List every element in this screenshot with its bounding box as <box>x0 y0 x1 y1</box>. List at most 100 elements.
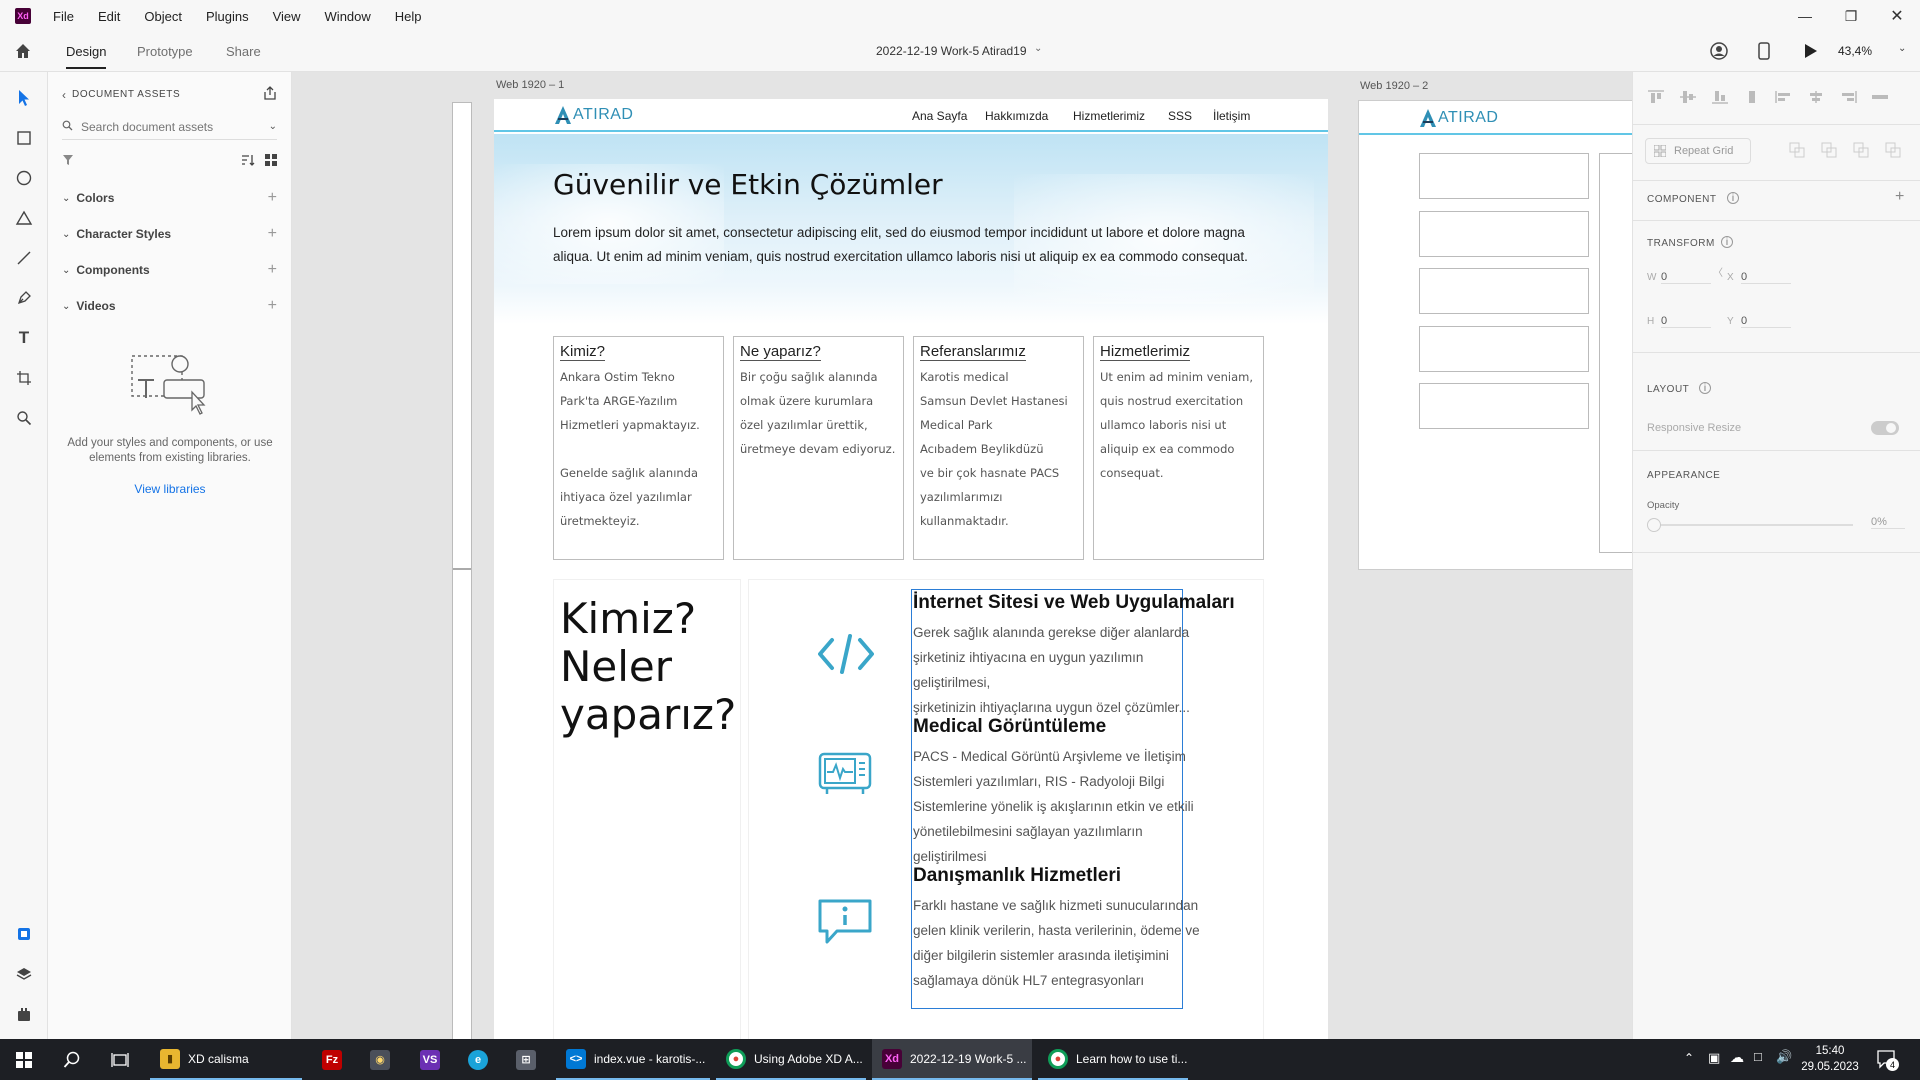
grid-view-icon[interactable] <box>265 154 277 169</box>
align-bottom-icon[interactable] <box>1711 90 1729 104</box>
tray-device-icon[interactable]: ▣ <box>1708 1050 1720 1066</box>
zoom-tool-icon[interactable] <box>14 408 34 428</box>
nav-sss[interactable]: SSS <box>1168 109 1192 123</box>
add-character-style-icon[interactable]: + <box>268 225 277 243</box>
line-tool-icon[interactable] <box>14 248 34 268</box>
tray-chevron-up-icon[interactable]: ⌃ <box>1684 1051 1694 1065</box>
distribute-horizontal-icon[interactable] <box>1871 90 1889 104</box>
repeat-grid-button[interactable]: Repeat Grid <box>1645 138 1751 164</box>
add-video-icon[interactable]: + <box>268 297 277 315</box>
menu-object[interactable]: Object <box>144 9 182 24</box>
artboard-web-1920-1[interactable]: ATIRAD Ana Sayfa Hakkımızda Hizmetlerimi… <box>494 99 1328 1039</box>
taskbar-chrome-xd[interactable]: ● Using Adobe XD A... <box>716 1039 866 1080</box>
home-icon[interactable] <box>14 42 32 63</box>
plugins-icon[interactable] <box>14 1004 34 1024</box>
artboard-2-label[interactable]: Web 1920 – 2 <box>1360 80 1428 92</box>
placeholder-box[interactable] <box>1419 268 1589 314</box>
notification-center-icon[interactable]: 4 <box>1876 1048 1899 1071</box>
section-videos[interactable]: Videos <box>76 299 115 313</box>
nav-ana-sayfa[interactable]: Ana Sayfa <box>912 109 967 123</box>
placeholder-box[interactable] <box>1419 383 1589 429</box>
restore-icon[interactable]: ❐ <box>1828 0 1874 32</box>
export-icon[interactable] <box>263 86 277 103</box>
add-color-icon[interactable]: + <box>268 189 277 207</box>
nav-iletisim[interactable]: İletişim <box>1213 109 1250 123</box>
w-field[interactable]: 0 <box>1661 271 1711 284</box>
section-colors[interactable]: Colors <box>76 191 114 205</box>
search-input[interactable] <box>81 119 251 134</box>
taskbar-visual-studio[interactable]: VS <box>410 1039 450 1080</box>
design-canvas[interactable]: Web 1920 – 1 ATIRAD Ana Sayfa Hakkımızda… <box>292 72 1632 1039</box>
nav-hizmetlerimiz[interactable]: Hizmetlerimiz <box>1073 109 1145 123</box>
align-top-icon[interactable] <box>1647 90 1665 104</box>
opacity-slider-track[interactable] <box>1647 524 1853 526</box>
boolean-exclude-icon[interactable] <box>1885 142 1901 158</box>
tab-prototype[interactable]: Prototype <box>137 44 193 59</box>
menu-file[interactable]: File <box>53 9 74 24</box>
taskbar-chrome-learn[interactable]: ● Learn how to use ti... <box>1038 1039 1188 1080</box>
boolean-intersect-icon[interactable] <box>1853 142 1869 158</box>
chevron-down-icon[interactable]: ⌄ <box>1034 43 1042 54</box>
artboard-1-label[interactable]: Web 1920 – 1 <box>496 79 564 91</box>
align-center-icon[interactable] <box>1807 90 1825 104</box>
taskbar-paint[interactable]: ◉ <box>360 1039 400 1080</box>
document-title[interactable]: 2022-12-19 Work-5 Atirad19 <box>876 44 1027 58</box>
volume-icon[interactable]: 🔊 <box>1776 1049 1792 1065</box>
filter-icon[interactable] <box>62 154 74 169</box>
zoom-level[interactable]: 43,4% <box>1838 44 1872 58</box>
menu-plugins[interactable]: Plugins <box>206 9 249 24</box>
polygon-tool-icon[interactable] <box>14 208 34 228</box>
pen-tool-icon[interactable] <box>14 288 34 308</box>
close-icon[interactable]: ✕ <box>1874 0 1920 32</box>
taskbar-calculator[interactable]: ⊞ <box>506 1039 546 1080</box>
network-icon[interactable]: □ <box>1754 1049 1762 1064</box>
taskbar-filezilla[interactable]: Fz <box>312 1039 352 1080</box>
card-hizmetlerimiz[interactable]: Hizmetlerimiz Ut enim ad minim veniam, q… <box>1093 336 1264 560</box>
back-chevron-icon[interactable]: ‹ <box>62 88 66 102</box>
taskbar-edge[interactable]: e <box>458 1039 498 1080</box>
info-icon[interactable]: i <box>1727 192 1739 204</box>
align-left-icon[interactable] <box>1775 90 1793 104</box>
menu-help[interactable]: Help <box>395 9 422 24</box>
layers-icon[interactable] <box>14 964 34 984</box>
opacity-slider-handle[interactable] <box>1647 518 1661 532</box>
components-chevron-icon[interactable]: ⌄ <box>62 265 70 276</box>
placeholder-box[interactable] <box>1419 211 1589 257</box>
search-dropdown-chevron-icon[interactable]: ⌄ <box>269 121 277 132</box>
text-tool-icon[interactable]: T <box>14 328 34 348</box>
boolean-add-icon[interactable] <box>1789 142 1805 158</box>
clock[interactable]: 15:40 29.05.2023 <box>1800 1043 1860 1075</box>
h-field[interactable]: 0 <box>1661 315 1711 328</box>
assets-panel-icon[interactable] <box>14 924 34 944</box>
section-components[interactable]: Components <box>76 263 149 277</box>
taskbar-adobe-xd[interactable]: Xd 2022-12-19 Work-5 ... <box>872 1039 1032 1080</box>
select-tool-icon[interactable] <box>14 88 34 108</box>
offscreen-artboard[interactable] <box>452 102 472 1039</box>
search-taskbar-icon[interactable] <box>48 1039 96 1080</box>
zoom-chevron-icon[interactable]: ⌄ <box>1898 43 1906 54</box>
colors-chevron-icon[interactable]: ⌄ <box>62 193 70 204</box>
device-preview-icon[interactable] <box>1758 42 1770 63</box>
user-icon[interactable] <box>1710 42 1728 63</box>
artboard-tool-icon[interactable] <box>14 368 34 388</box>
menu-window[interactable]: Window <box>325 9 371 24</box>
tab-share[interactable]: Share <box>226 44 261 59</box>
start-button[interactable] <box>0 1039 48 1080</box>
task-view-icon[interactable] <box>96 1039 144 1080</box>
boolean-subtract-icon[interactable] <box>1821 142 1837 158</box>
card-kimiz[interactable]: Kimiz? Ankara Ostim Tekno Park'ta ARGE-Y… <box>553 336 724 560</box>
artboard-web-1920-2[interactable]: ATIRAD <box>1358 100 1632 570</box>
placeholder-box[interactable] <box>1419 153 1589 199</box>
align-middle-icon[interactable] <box>1679 90 1697 104</box>
opacity-field[interactable]: 0% <box>1871 516 1905 529</box>
add-component-icon[interactable]: + <box>268 261 277 279</box>
card-referanslarimiz[interactable]: Referanslarımız Karotis medical Samsun D… <box>913 336 1084 560</box>
menu-edit[interactable]: Edit <box>98 9 120 24</box>
tab-design[interactable]: Design <box>66 44 107 69</box>
info-icon[interactable]: i <box>1699 382 1711 394</box>
rectangle-tool-icon[interactable] <box>14 128 34 148</box>
align-right-icon[interactable] <box>1839 90 1857 104</box>
menu-view[interactable]: View <box>273 9 301 24</box>
section-character-styles[interactable]: Character Styles <box>76 227 171 241</box>
lock-aspect-icon[interactable]: 〈 <box>1713 264 1723 279</box>
